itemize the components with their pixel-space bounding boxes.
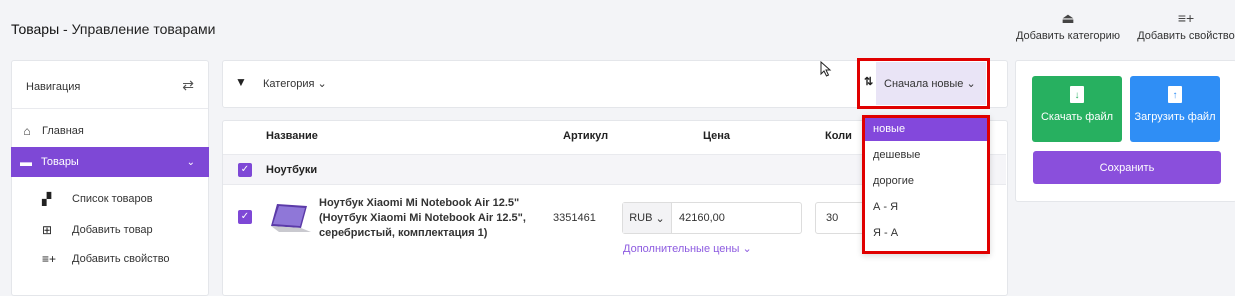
upload-icon: ↑ bbox=[1168, 86, 1182, 103]
sort-icon: ⇅ bbox=[864, 76, 874, 88]
price-value: 42160,00 bbox=[679, 212, 725, 224]
save-button[interactable]: Сохранить bbox=[1033, 151, 1221, 184]
download-icon: ↓ bbox=[1070, 86, 1084, 103]
quantity-input[interactable]: 30 bbox=[815, 202, 867, 234]
chevron-down-icon: ⌄ bbox=[966, 78, 976, 90]
sidebar-subitem-label: Список товаров bbox=[72, 193, 153, 205]
sort-dropdown-button[interactable]: Сначала новые ⌄ bbox=[876, 62, 986, 105]
currency-label: RUB bbox=[629, 212, 653, 224]
chevron-down-icon: ⌄ bbox=[317, 78, 327, 90]
swap-icon[interactable]: ⇄ bbox=[182, 77, 194, 94]
navigation-heading: Навигация bbox=[26, 81, 81, 93]
boxes-icon: ▞ bbox=[42, 192, 52, 206]
chevron-down-icon: ⌄ bbox=[186, 156, 195, 168]
add-property-header-label: Добавить свойство bbox=[1137, 30, 1235, 42]
sort-option[interactable]: А - Я bbox=[865, 194, 987, 219]
list-plus-icon: ≡+ bbox=[42, 252, 57, 266]
sort-control: ⇅ Сначала новые ⌄ bbox=[857, 58, 990, 109]
upload-file-button[interactable]: ↑ Загрузить файл bbox=[1130, 76, 1220, 142]
price-input[interactable]: RUB ⌄ 42160,00 bbox=[622, 202, 802, 234]
sidebar-item-label: Главная bbox=[42, 125, 84, 137]
add-category-button[interactable]: ⏏ Добавить категорию bbox=[1008, 10, 1128, 42]
product-thumbnail[interactable] bbox=[267, 202, 315, 236]
sort-option[interactable]: дорогие bbox=[865, 168, 987, 193]
currency-select[interactable]: RUB ⌄ bbox=[623, 203, 672, 233]
sidebar-subitem-label: Добавить товар bbox=[72, 224, 153, 236]
list-plus-icon: ≡+ bbox=[1177, 10, 1195, 26]
plus-square-icon: ⊞ bbox=[42, 223, 53, 237]
row-checkbox[interactable]: ✓ bbox=[238, 210, 252, 224]
sort-option[interactable]: новые bbox=[865, 118, 987, 141]
sidebar: Навигация ⇄ ⌂ Главная ▬ Товары ⌄ ▞ Списо… bbox=[11, 60, 209, 296]
category-filter-label: Категория bbox=[263, 78, 315, 90]
group-checkbox[interactable]: ✓ bbox=[238, 163, 252, 177]
page-title-section: Товары bbox=[11, 21, 60, 37]
download-file-button[interactable]: ↓ Скачать файл bbox=[1032, 76, 1122, 142]
column-header-name[interactable]: Название bbox=[266, 130, 318, 142]
home-icon: ⌂ bbox=[23, 124, 31, 138]
sidebar-item-home[interactable]: ⌂ Главная bbox=[12, 116, 208, 146]
box-icon: ▬ bbox=[20, 155, 32, 169]
column-header-sku[interactable]: Артикул bbox=[563, 130, 608, 142]
column-header-qty[interactable]: Коли bbox=[825, 130, 852, 142]
product-sku: 3351461 bbox=[553, 212, 596, 224]
sidebar-subitem-label: Добавить свойство bbox=[72, 253, 170, 265]
upload-file-label: Загрузить файл bbox=[1134, 111, 1216, 123]
sidebar-item-label: Товары bbox=[41, 156, 79, 168]
sidebar-item-products[interactable]: ▬ Товары ⌄ bbox=[11, 147, 209, 177]
divider bbox=[12, 108, 208, 109]
extra-prices-label: Дополнительные цены bbox=[623, 243, 740, 255]
sort-dropdown-menu: новые дешевые дорогие А - Я Я - А bbox=[862, 115, 990, 254]
cursor-icon bbox=[820, 61, 832, 77]
tray-upload-icon: ⏏ bbox=[1061, 10, 1075, 26]
group-label: Ноутбуки bbox=[266, 164, 318, 176]
sidebar-subitem-product-list[interactable]: ▞ Список товаров bbox=[42, 192, 153, 206]
add-property-header-button[interactable]: ≡+ Добавить свойство bbox=[1126, 10, 1235, 42]
page-title: Товары - Управление товарами bbox=[11, 21, 215, 37]
sort-option[interactable]: Я - А bbox=[865, 220, 987, 245]
add-category-label: Добавить категорию bbox=[1015, 30, 1121, 42]
sidebar-subitem-add-product[interactable]: ⊞ Добавить товар bbox=[42, 223, 153, 237]
quantity-value: 30 bbox=[826, 212, 839, 224]
category-filter-dropdown[interactable]: Категория ⌄ bbox=[263, 77, 327, 90]
product-name[interactable]: Ноутбук Xiaomi Mi Notebook Air 12.5" (Но… bbox=[319, 196, 539, 241]
extra-prices-link[interactable]: Дополнительные цены ⌄ bbox=[623, 242, 752, 255]
column-header-price[interactable]: Цена bbox=[703, 130, 730, 142]
sort-option[interactable]: дешевые bbox=[865, 142, 987, 167]
filter-icon: ▼ bbox=[235, 75, 247, 89]
download-file-label: Скачать файл bbox=[1040, 111, 1114, 123]
sort-dropdown-label: Сначала новые bbox=[884, 77, 964, 90]
sidebar-subitem-add-property[interactable]: ≡+ Добавить свойство bbox=[42, 252, 170, 266]
page-title-subtitle: - Управление товарами bbox=[59, 21, 216, 37]
